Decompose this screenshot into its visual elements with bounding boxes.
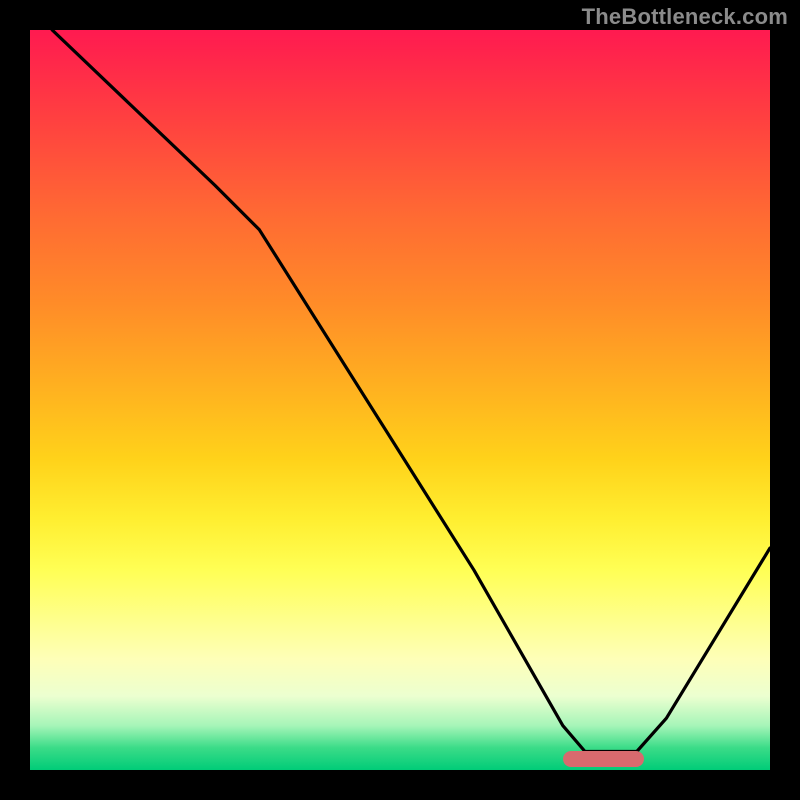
optimal-range-marker	[563, 751, 644, 767]
chart-frame: TheBottleneck.com	[0, 0, 800, 800]
curve-path	[52, 30, 770, 752]
bottleneck-curve	[30, 30, 770, 770]
watermark-text: TheBottleneck.com	[582, 4, 788, 30]
plot-area	[30, 30, 770, 770]
